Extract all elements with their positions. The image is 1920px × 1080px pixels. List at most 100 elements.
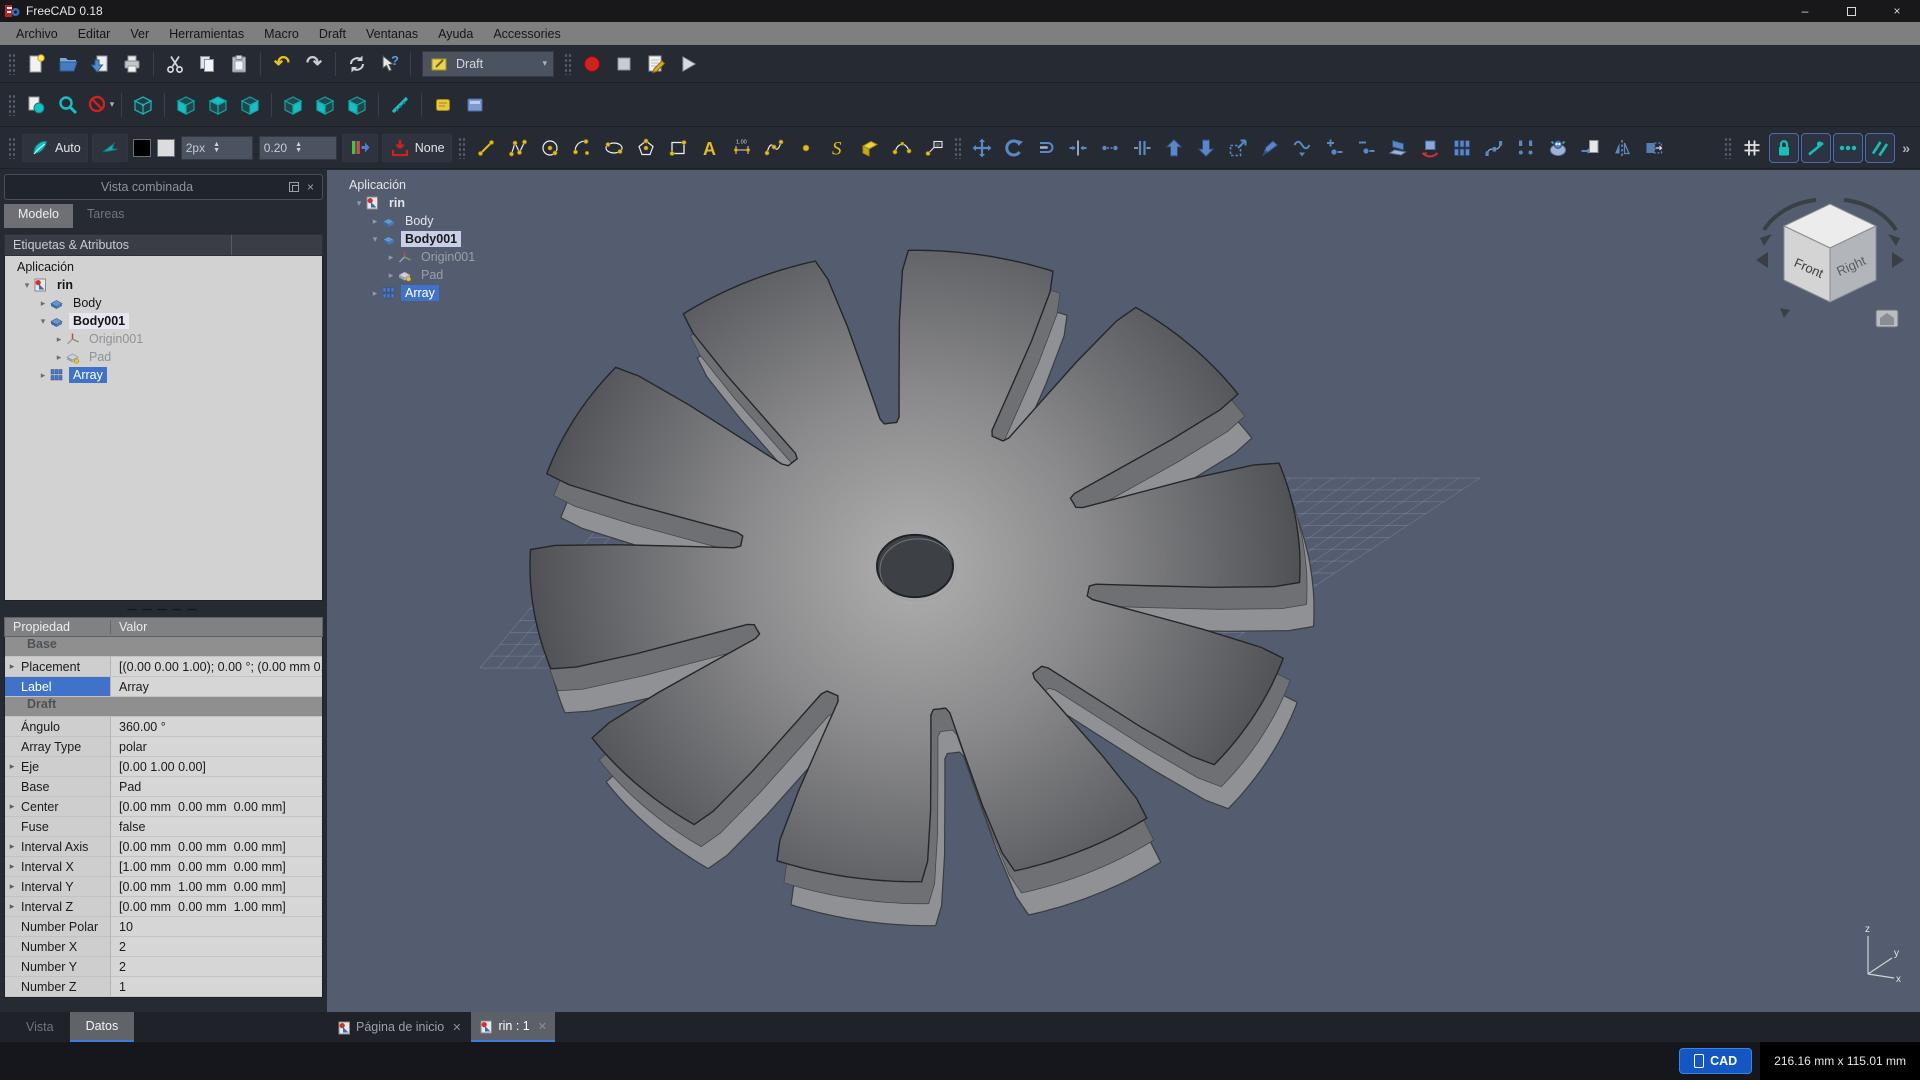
toolbar-button-split[interactable]	[1127, 133, 1157, 163]
property-expander-icon[interactable]: ▸	[5, 661, 19, 672]
toolbar-button-shape-2d-view[interactable]	[1383, 133, 1413, 163]
toolbar-button-rotate[interactable]	[999, 133, 1029, 163]
toolbar-button-macro-record[interactable]	[577, 49, 607, 79]
property-row-base[interactable]: Base Pad	[5, 777, 322, 797]
toolbar-button-open-file[interactable]	[53, 49, 83, 79]
toolbar-button-draft-shapestring[interactable]: S	[823, 133, 853, 163]
tree-item-origin001[interactable]: ▸ Origin001	[5, 330, 322, 348]
menu-ver[interactable]: Ver	[120, 25, 159, 43]
tree-item-array[interactable]: ▸ Array	[337, 284, 479, 302]
tree-item-body[interactable]: ▸ Body	[337, 212, 479, 230]
toolbar-button-scale[interactable]	[1223, 133, 1253, 163]
mdi-tab-p-gina-de-inicio[interactable]: Página de inicio ✕	[329, 1012, 469, 1042]
close-panel-icon[interactable]: ×	[307, 180, 314, 194]
tree-item-pad[interactable]: ▸ Pad	[337, 266, 479, 284]
tree-expander-icon[interactable]: ▸	[37, 370, 49, 381]
tree-expander-icon[interactable]: ▸	[53, 352, 65, 363]
toolbar-button-fit-all[interactable]	[21, 90, 51, 120]
property-value[interactable]: [0.00 mm 0.00 mm 0.00 mm]	[111, 837, 322, 856]
tree-item-rin[interactable]: ▾ rin	[5, 276, 322, 294]
property-value[interactable]: 360.00 °	[111, 717, 322, 736]
toolbar-button-print[interactable]	[117, 49, 147, 79]
toolbar-button-refresh[interactable]	[342, 49, 372, 79]
toolbar-button-join[interactable]	[1095, 133, 1125, 163]
toolbar-button-redo[interactable]: ↷	[299, 49, 329, 79]
menu-archivo[interactable]: Archivo	[6, 25, 68, 43]
toolbar-button-measure-distance[interactable]	[385, 90, 415, 120]
toolbar-button-view-top[interactable]	[203, 90, 233, 120]
toolbar-button-snap-grid[interactable]	[1737, 133, 1767, 163]
toolbar-button-view-right[interactable]	[235, 90, 265, 120]
tab-modelo[interactable]: Modelo	[4, 204, 73, 228]
float-panel-icon[interactable]	[288, 182, 299, 192]
close-tab-icon[interactable]: ✕	[452, 1021, 461, 1034]
3d-viewport[interactable]: Aplicación ▾ rin ▸ Body ▾ Body001 ▸ Origin001 ▸ Pa…	[327, 170, 1920, 1012]
toolbar-grip[interactable]	[564, 52, 572, 75]
toolbar-button-draft-polygon[interactable]	[631, 133, 661, 163]
property-value[interactable]: [0.00 1.00 0.00]	[111, 757, 322, 776]
toolbar-button-point-array[interactable]	[1511, 133, 1541, 163]
dropdown-chevron-icon[interactable]: ▾	[110, 99, 115, 110]
toolbar-button-draft-to-sketch[interactable]	[1415, 133, 1445, 163]
toolbar-button-stretch[interactable]	[1639, 133, 1669, 163]
spinner-arrows-icon[interactable]: ▲ ▼	[295, 141, 302, 154]
toolbar-button-cut[interactable]	[160, 49, 190, 79]
toolbar-grip[interactable]	[8, 93, 16, 116]
tray-arrow-button[interactable]	[91, 133, 128, 162]
toolbar-overflow-chevron[interactable]: »	[1902, 140, 1910, 156]
line-width-spinner[interactable]: 2px ▲ ▼	[180, 135, 253, 160]
property-row-center[interactable]: ▸ Center [0.00 mm 0.00 mm 0.00 mm]	[5, 797, 322, 817]
minimize-button[interactable]: –	[1782, 0, 1828, 22]
toolbar-button-draft-line[interactable]	[471, 133, 501, 163]
toolbar-button-save[interactable]	[85, 49, 115, 79]
toolbar-grip[interactable]	[8, 136, 16, 159]
close-button[interactable]: ×	[1874, 0, 1920, 22]
tree-expander-icon[interactable]: ▾	[353, 198, 365, 209]
tray-auto-button[interactable]: Auto	[22, 133, 88, 162]
property-row-interval-z[interactable]: ▸ Interval Z [0.00 mm 0.00 mm 1.00 mm]	[5, 897, 322, 917]
cube-faces[interactable]: Front Right	[1782, 203, 1878, 303]
tree-item-body001[interactable]: ▾ Body001	[337, 230, 479, 248]
property-expander-icon[interactable]: ▸	[5, 841, 19, 852]
toolbar-button-downgrade[interactable]	[1191, 133, 1221, 163]
toolbar-grip[interactable]	[457, 136, 466, 159]
toolbar-button-draft-facebinder[interactable]	[855, 133, 885, 163]
toolbar-button-snap-parallel[interactable]	[1865, 132, 1896, 163]
property-value[interactable]: Pad	[111, 777, 322, 796]
tree-item-pad[interactable]: ▸ Pad	[5, 348, 322, 366]
property-value[interactable]: false	[111, 817, 322, 836]
property-value[interactable]: 1	[111, 977, 322, 996]
property-expander-icon[interactable]: ▸	[5, 761, 19, 772]
corner-arrow-bl[interactable]	[1780, 308, 1790, 318]
toolbar-button-wire-to-bspline[interactable]	[1287, 133, 1317, 163]
tree-expander-icon[interactable]: ▾	[21, 280, 33, 291]
property-row-interval-axis[interactable]: ▸ Interval Axis [0.00 mm 0.00 mm 0.00 mm]	[5, 837, 322, 857]
property-value[interactable]: [0.00 mm 0.00 mm 1.00 mm]	[111, 897, 322, 916]
property-value[interactable]: [0.00 mm 0.00 mm 0.00 mm]	[111, 797, 322, 816]
tree-expander-icon[interactable]: ▸	[385, 270, 397, 281]
property-column-header[interactable]: Propiedad	[5, 620, 111, 634]
line-color-swatch[interactable]	[132, 138, 151, 157]
pan-right-arrow[interactable]	[1892, 252, 1904, 268]
menu-ventanas[interactable]: Ventanas	[356, 25, 428, 43]
property-row-number-z[interactable]: Number Z 1	[5, 977, 322, 997]
toolbar-button-snap-midpoint[interactable]	[1801, 132, 1832, 163]
toolbar-button-draft-ellipse[interactable]	[599, 133, 629, 163]
tree-expander-icon[interactable]: ▾	[369, 234, 381, 245]
property-row-interval-x[interactable]: ▸ Interval X [1.00 mm 0.00 mm 0.00 mm]	[5, 857, 322, 877]
mdi-tab-rin-1[interactable]: rin : 1 ✕	[471, 1012, 555, 1042]
tab-vista[interactable]: Vista	[10, 1012, 70, 1042]
toolbar-button-view-bottom[interactable]	[310, 90, 340, 120]
tree-expander-icon[interactable]: ▸	[37, 298, 49, 309]
toolbar-button-remove-point[interactable]	[1351, 133, 1381, 163]
apply-style-button[interactable]	[341, 133, 378, 162]
menu-editar[interactable]: Editar	[68, 25, 121, 43]
toolbar-button-move[interactable]	[967, 133, 997, 163]
property-expander-icon[interactable]: ▸	[5, 901, 19, 912]
workbench-selector[interactable]: Draft ▾	[422, 50, 554, 77]
toolbar-button-view-left[interactable]	[342, 90, 372, 120]
toolbar-button-macro-play[interactable]	[673, 49, 703, 79]
toolbar-button-zoom[interactable]	[53, 90, 83, 120]
toolbar-button-array[interactable]	[1447, 133, 1477, 163]
toolbar-button-whats-this[interactable]: ?	[374, 49, 404, 79]
